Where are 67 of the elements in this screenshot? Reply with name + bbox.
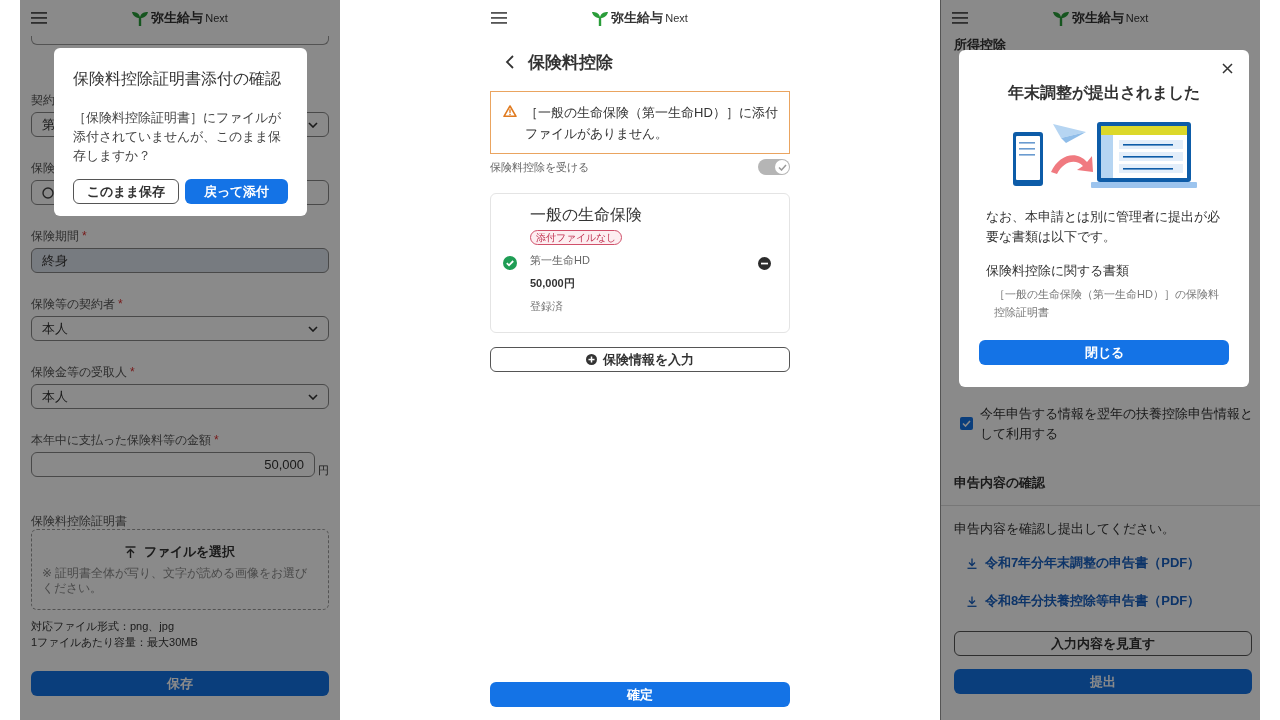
field-label: 保険料控除証明書 <box>31 513 128 529</box>
select-field[interactable]: 本人 <box>31 384 329 409</box>
review-button[interactable]: 入力内容を見直す <box>954 631 1252 656</box>
field-label: 契約 <box>31 92 56 108</box>
policy-card[interactable]: 一般の生命保険 添付ファイルなし 第一生命HD 50,000円 登録済 <box>490 193 790 333</box>
toggle-label: 保険料控除を受ける <box>490 159 589 175</box>
add-insurance-button[interactable]: 保険情報を入力 <box>490 347 790 372</box>
documents-heading: 保険料控除に関する書類 <box>985 262 1130 280</box>
download-icon <box>967 557 977 569</box>
field-label: 本年中に支払った保険料等の金額 * <box>31 432 220 448</box>
dialog-message: ［保険料控除証明書］にファイルが添付されていませんが、このまま保存しますか？ <box>73 109 282 165</box>
chevron-down-icon <box>308 325 318 332</box>
save-anyway-button[interactable]: このまま保存 <box>73 179 179 204</box>
field-label: 保険等の契約者 * <box>31 296 124 312</box>
section-title: 申告内容の確認 <box>953 475 1046 491</box>
submit-button[interactable]: 提出 <box>954 669 1252 694</box>
instruction-text: 申告内容を確認し提出してください。 <box>953 521 1176 537</box>
download-icon <box>967 595 977 607</box>
status-badge: 添付ファイルなし <box>530 229 622 245</box>
upload-icon <box>125 546 136 558</box>
menu-icon[interactable] <box>952 12 968 24</box>
check-icon <box>777 163 787 171</box>
field-label: 保険 <box>31 160 56 176</box>
amount-field[interactable]: 50,000 <box>31 452 315 477</box>
pdf-download-link[interactable]: 令和7年分年末調整の申告書（PDF） <box>941 554 1260 572</box>
checkbox[interactable] <box>960 417 973 430</box>
remove-icon[interactable] <box>758 256 771 270</box>
dialog-message: なお、本申請とは別に管理者に提出が必要な書類は以下です。 <box>985 208 1221 246</box>
sprout-icon <box>132 10 149 26</box>
checkbox-label: 今年申告する情報を翌年の扶養控除申告情報として利用する <box>980 405 1254 443</box>
select-field[interactable]: 本人 <box>31 316 329 341</box>
warning-text: ［一般の生命保険（第一生命HD）］に添付ファイルがありません。 <box>525 104 779 143</box>
file-select-button[interactable]: ファイルを選択 <box>125 543 235 561</box>
close-button[interactable]: 閉じる <box>979 340 1229 365</box>
plus-circle-icon <box>586 354 597 365</box>
sprout-icon <box>1052 10 1069 26</box>
check-icon <box>962 420 971 427</box>
field-label: 保険期間 * <box>31 228 88 244</box>
input-field[interactable]: 終身 <box>31 248 329 273</box>
back-icon[interactable] <box>505 55 514 69</box>
pdf-download-link[interactable]: 令和8年分扶養控除等申告書（PDF） <box>941 592 1260 610</box>
chevron-down-icon <box>308 393 318 400</box>
app-logo: 弥生給与 Next <box>592 9 688 27</box>
unit-label: 円 <box>318 463 329 477</box>
warning-icon <box>503 105 517 117</box>
attach-button[interactable]: 戻って添付 <box>184 179 288 204</box>
file-info-text: 対応ファイル形式：png、jpg <box>31 619 176 634</box>
dialog-title: 年末調整が提出されました <box>1007 83 1201 103</box>
app-logo: 弥生給与Next <box>1052 9 1149 27</box>
company-name: 第一生命HD <box>530 252 590 268</box>
menu-icon[interactable] <box>31 12 47 24</box>
menu-icon[interactable] <box>491 12 507 24</box>
chevron-down-icon <box>308 121 318 128</box>
document-text: ［一般の生命保険（第一生命HD）］の保険料控除証明書 <box>993 287 1220 320</box>
status-text: 登録済 <box>530 298 563 314</box>
sprout-icon <box>592 10 609 26</box>
page-title: 保険料控除 <box>528 51 613 74</box>
amount-text: 50,000円 <box>530 275 575 291</box>
app-logo: 弥生給与 Next <box>132 9 228 27</box>
close-icon[interactable] <box>1222 63 1233 74</box>
field-label: 保険金等の受取人 * <box>31 364 136 380</box>
dialog-title: 保険料控除証明書添付の確認 <box>73 69 282 89</box>
search-icon <box>42 186 54 199</box>
save-button[interactable]: 保存 <box>31 671 329 696</box>
policy-title: 一般の生命保険 <box>530 204 642 225</box>
file-info-text: 1ファイルあたり容量：最大30MB <box>31 635 199 650</box>
confirm-button[interactable]: 確定 <box>490 682 790 707</box>
